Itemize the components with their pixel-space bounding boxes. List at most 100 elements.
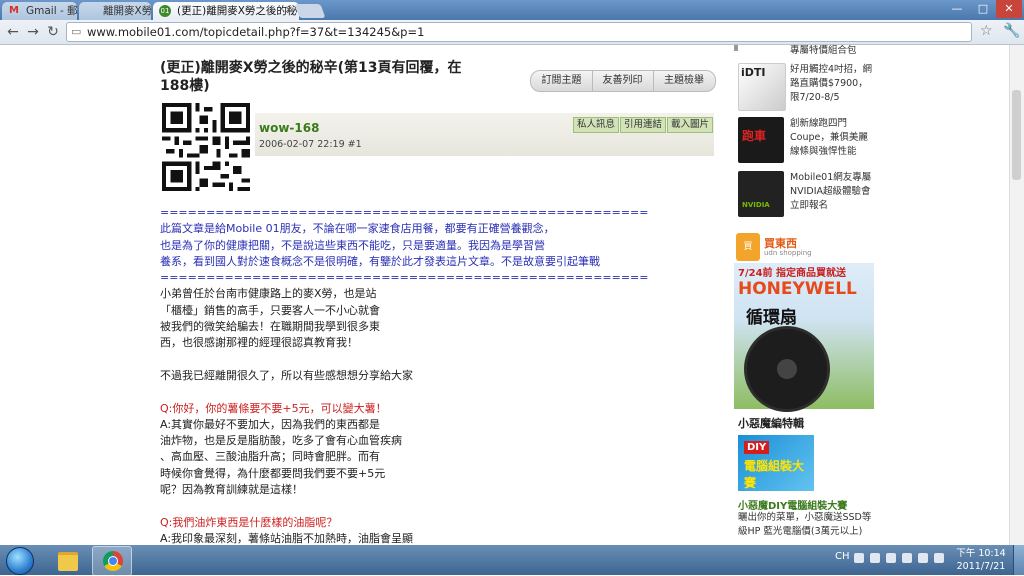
post-line: 被我們的微笑給騙去！在職期間我學到很多東 [160, 320, 380, 334]
post-line: A:我印象最深刻，薯條站油脂不加熱時，油脂會呈顯 [160, 531, 414, 545]
page-icon: ▭ [71, 25, 82, 38]
udn-logo-icon: 買 [736, 233, 760, 261]
mobile01-icon: 01 [159, 5, 171, 17]
post-line: ========================================… [160, 206, 649, 219]
tab-gmail[interactable]: M Gmail - 郵寄 [2, 2, 77, 20]
post-line: 此篇文章是給Mobile 01朋友，不論在哪一家速食店用餐，都要有正確營養觀念， [160, 222, 555, 236]
clock-date: 2011/7/21 [956, 561, 1006, 572]
address-bar[interactable]: ▭ www.mobile01.com/topicdetail.php?f=37&… [66, 22, 972, 42]
print-button[interactable]: 友善列印 [592, 71, 654, 91]
post-line: 「櫃檯」銷售的高手，只要客人一不小心就會 [160, 303, 380, 317]
gmail-icon: M [9, 5, 19, 16]
diy-contest-image[interactable]: DIY 電腦組裝大賽 [738, 435, 814, 491]
new-tab-button[interactable] [294, 4, 326, 18]
tab-label: Gmail - 郵寄 [26, 5, 77, 17]
volume-icon[interactable] [934, 553, 944, 563]
url-text: www.mobile01.com/topicdetail.php?f=37&t=… [87, 25, 425, 39]
post-author-bar: wow-168 2006-02-07 22:19 #1 私人訊息 引用連結 載入… [255, 113, 714, 156]
tab-current[interactable]: 01 (更正)離開麥X勞之後的秘辛 ✕ [153, 2, 299, 20]
post-line [160, 352, 700, 368]
post-floor: #1 [347, 139, 362, 150]
dti-phone-icon: iDTI [738, 63, 786, 111]
post-line [160, 498, 700, 514]
report-button[interactable]: 主題檢舉 [653, 71, 715, 91]
close-window-icon[interactable]: ✕ [996, 0, 1022, 18]
diy-image-text: 電腦組裝大賽 [744, 459, 805, 490]
browser-tab-strip: M Gmail - 郵寄 離開麥X勞 01 (更正)離開麥X勞之後的秘辛 ✕ —… [0, 0, 1024, 20]
chrome-icon [103, 551, 123, 571]
post-line: 油炸物，也是反是脂肪酸，吃多了會有心血管疾病 [160, 434, 402, 448]
post-body: ========================================… [160, 205, 700, 545]
wrench-menu-icon[interactable]: 🔧 [1003, 23, 1020, 39]
post-line: 養系，看到國人對於速食概念不是很明確，有鑒於此才發表這片文章。不是故意要引起筆戰 [160, 254, 600, 268]
windows-taskbar: CH 下午 10:14 2011/7/21 [0, 545, 1024, 576]
tray-icon[interactable] [886, 553, 896, 563]
post-line: 不過我已經離開很久了，所以有些感想想分享給大家 [160, 368, 413, 382]
diy-tag: DIY [744, 441, 770, 454]
post-line: 也是為了你的健康把關，不是說這些東西不能吃，只是要適量。我因為是學習營 [160, 238, 545, 252]
post-line: 、高血壓、三酸油脂升高；同時會肥胖。而有 [160, 450, 380, 464]
page-viewport: (更正)離開麥X勞之後的秘辛(第13頁有回覆，在188樓) 訂閱主題 友善列印 … [0, 45, 1024, 545]
post-line [160, 384, 700, 400]
start-button[interactable] [6, 547, 34, 575]
folder-icon [58, 552, 78, 571]
dti-thumb-label: iDTI [741, 66, 766, 79]
tab-label: (更正)離開麥X勞之後的秘辛 [177, 5, 299, 17]
taskbar-chrome[interactable] [92, 546, 132, 576]
tab-label: 離開麥X勞 [103, 5, 151, 17]
post-line: ========================================… [160, 271, 649, 285]
private-message-button[interactable]: 私人訊息 [573, 117, 619, 133]
sidebar-partial-text: 專屬特價組合包 [790, 45, 857, 56]
nvidia-thumb-label: NVIDIA [742, 201, 770, 209]
ad-brand-sub: udn shopping [764, 249, 812, 257]
close-tab-icon[interactable]: ✕ [285, 2, 293, 20]
sidebar-item-text: 創新線跑四門Coupe，兼俱美麗線條與強悍性能 [790, 118, 868, 157]
nvidia-icon: NVIDIA [738, 171, 784, 217]
diy-contest-desc: 曬出你的菜單，小惡魔送SSD等級HP 藍光電腦價(3萬元以上) [738, 512, 872, 537]
post-line: 西，也很感謝那裡的經理很認真教育我！ [160, 336, 358, 350]
tray-icon[interactable] [854, 553, 864, 563]
author-name[interactable]: wow-168 [259, 121, 319, 135]
car-thumb-icon: 跑車 [738, 117, 784, 163]
post-date: 2006-02-07 22:19 #1 [259, 139, 362, 150]
page-icon [85, 5, 97, 17]
diy-contest-link[interactable]: 小惡魔DIY電腦組裝大賽 [738, 497, 847, 512]
post-line: A:其實你最好不要加大，因為我們的東西都是 [160, 417, 381, 431]
scrollbar-thumb[interactable] [1012, 90, 1021, 180]
subscribe-button[interactable]: 訂閱主題 [531, 71, 593, 91]
ad-slogan: 7/24前 指定商品買就送 [738, 268, 847, 279]
post-line: Q:我們油炸東西是什麼樣的油脂呢？ [160, 515, 338, 529]
sidebar-item-text: Mobile01網友專屬NVIDIA超級體驗會立即報名 [790, 172, 872, 211]
ad-headline: HONEYWELL [738, 279, 857, 299]
taskbar-explorer[interactable] [48, 546, 86, 574]
ad-header: 買 買東西 udn shopping [734, 231, 874, 263]
topic-title: (更正)離開麥X勞之後的秘辛(第13頁有回覆，在188樓) [160, 60, 462, 94]
vertical-scrollbar[interactable] [1009, 45, 1024, 545]
load-images-button[interactable]: 載入圖片 [667, 117, 713, 133]
back-arrow-icon[interactable]: ← [4, 23, 22, 41]
qr-code [162, 103, 250, 191]
flag-icon[interactable] [918, 553, 928, 563]
post-line: 小弟曾任於台南市健康路上的麥X勞，也是站 [160, 287, 377, 301]
tray-icon[interactable] [902, 553, 912, 563]
udn-shopping-ad[interactable]: 買 買東西 udn shopping 7/24前 指定商品買就送 HONEYWE… [734, 231, 874, 412]
bookmark-star-icon[interactable]: ☆ [980, 23, 993, 39]
section-title: 小惡魔編特輯 [738, 417, 804, 430]
post-line: Q:你好，你的薯條要不要+5元，可以變大薯！ [160, 401, 387, 415]
quote-link-button[interactable]: 引用連結 [620, 117, 666, 133]
system-clock[interactable]: 下午 10:14 2011/7/21 [954, 547, 1008, 573]
tab-leave-mcdonalds[interactable]: 離開麥X勞 [79, 2, 151, 20]
minimize-icon[interactable]: — [944, 0, 970, 18]
sidebar-partial-thumb [734, 45, 738, 51]
ad-subline: 循環扇 [746, 308, 797, 328]
tray-icon[interactable] [870, 553, 880, 563]
reload-icon[interactable]: ↻ [44, 23, 62, 41]
post-line: 時候你會覺得，為什麼都要問我們要不要+5元 [160, 466, 386, 480]
clock-time: 下午 10:14 [956, 548, 1006, 559]
sidebar-item-text: 好用觸控4吋招，網路直購價$7900，限7/20-8/5 [790, 64, 873, 103]
language-indicator[interactable]: CH [835, 551, 850, 562]
post-line: 呢？因為教育訓練就是這樣！ [160, 483, 303, 497]
maximize-icon[interactable]: □ [970, 0, 996, 18]
show-desktop-button[interactable] [1013, 545, 1024, 575]
forward-arrow-icon[interactable]: → [24, 23, 42, 41]
